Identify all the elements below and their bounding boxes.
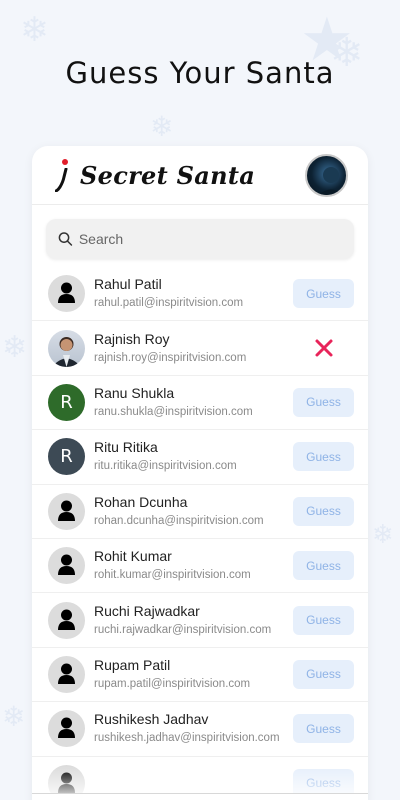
- contact-list: Rahul Patil rahul.patil@inspiritvision.co…: [32, 267, 368, 800]
- search-icon: [58, 232, 73, 246]
- contact-name: Rohit Kumar: [94, 548, 172, 565]
- list-item[interactable]: Ruchi Rajwadkar ruchi.rajwadkar@inspiritv…: [32, 593, 368, 648]
- close-icon[interactable]: [293, 334, 354, 363]
- guess-button[interactable]: Guess: [293, 605, 354, 635]
- user-avatar-icon: [48, 710, 85, 748]
- guess-button[interactable]: Guess: [293, 279, 354, 309]
- contact-info: Rushikesh Jadhav rushikesh.jadhav@inspiri…: [94, 711, 293, 746]
- contact-info: Rohit Kumar rohit.kumar@inspiritvision.co…: [94, 548, 293, 583]
- contact-info: Rupam Patil rupam.patil@inspiritvision.co…: [94, 657, 293, 692]
- contact-name: Ritu Ritika: [94, 439, 158, 456]
- contact-email: rohan.dcunha@inspiritvision.com: [94, 514, 264, 527]
- santa-card: Secret Santa Rahul Patil rahul.patil@insp…: [32, 146, 368, 800]
- list-item[interactable]: R Ranu Shukla ranu.shukla@inspiritvision.c…: [32, 376, 368, 431]
- photo-avatar: [48, 329, 85, 367]
- contact-email: rushikesh.jadhav@inspiritvision.com: [94, 732, 280, 745]
- bottom-bar: [32, 793, 368, 800]
- contact-name: Ranu Shukla: [94, 384, 175, 401]
- guess-button[interactable]: Guess: [293, 387, 354, 417]
- user-avatar-icon: [48, 492, 85, 530]
- snowflake-icon: ❄: [372, 520, 394, 550]
- guess-button[interactable]: Guess: [293, 714, 354, 744]
- contact-name: Rushikesh Jadhav: [94, 711, 209, 728]
- contact-email: ritu.ritika@inspiritvision.com: [94, 460, 237, 473]
- list-item[interactable]: Rushikesh Jadhav rushikesh.jadhav@inspiri…: [32, 702, 368, 757]
- contact-name: Rupam Patil: [94, 656, 171, 673]
- contact-info: Rahul Patil rahul.patil@inspiritvision.co…: [94, 276, 293, 311]
- contact-email: rahul.patil@inspiritvision.com: [94, 297, 244, 310]
- guess-button[interactable]: Guess: [293, 496, 354, 526]
- contact-info: Ranu Shukla ranu.shukla@inspiritvision.co…: [94, 385, 293, 420]
- contact-email: rohit.kumar@inspiritvision.com: [94, 569, 251, 582]
- contact-info: Ruchi Rajwadkar ruchi.rajwadkar@inspiritv…: [94, 603, 293, 638]
- list-item[interactable]: Rajnish Roy rajnish.roy@inspiritvision.co…: [32, 321, 368, 376]
- search-bar: [46, 219, 354, 259]
- list-item[interactable]: Rupam Patil rupam.patil@inspiritvision.co…: [32, 648, 368, 703]
- contact-info: Ritu Ritika ritu.ritika@inspiritvision.co…: [94, 439, 293, 474]
- contact-email: rupam.patil@inspiritvision.com: [94, 677, 251, 690]
- guess-button[interactable]: Guess: [293, 659, 354, 689]
- contact-info: Rohan Dcunha rohan.dcunha@inspiritvision.…: [94, 494, 293, 529]
- snowflake-icon: ❄: [150, 110, 174, 143]
- guess-button[interactable]: Guess: [293, 442, 354, 472]
- contact-info: Rajnish Roy rajnish.roy@inspiritvision.co…: [94, 331, 293, 366]
- user-avatar-icon: [48, 275, 85, 313]
- user-avatar-icon: [48, 601, 85, 639]
- contact-name: Ruchi Rajwadkar: [94, 602, 200, 619]
- contact-name: Rajnish Roy: [94, 330, 170, 347]
- brand-title: Secret Santa: [80, 160, 256, 190]
- contact-name: Rohan Dcunha: [94, 493, 188, 510]
- snowflake-icon: ❄: [2, 700, 26, 733]
- user-avatar-icon: [48, 655, 85, 693]
- letter-avatar: R: [48, 438, 85, 476]
- snowflake-icon: ❄: [2, 330, 28, 365]
- letter-avatar: R: [48, 383, 85, 421]
- list-item[interactable]: Rohit Kumar rohit.kumar@inspiritvision.co…: [32, 539, 368, 594]
- list-item[interactable]: Rahul Patil rahul.patil@inspiritvision.co…: [32, 267, 368, 322]
- profile-avatar[interactable]: [305, 154, 348, 197]
- list-item[interactable]: Rohan Dcunha rohan.dcunha@inspiritvision.…: [32, 485, 368, 539]
- user-avatar-icon: [48, 547, 85, 585]
- contact-email: rajnish.roy@inspiritvision.com: [94, 351, 247, 364]
- search-input[interactable]: [78, 231, 342, 247]
- card-header: Secret Santa: [32, 146, 368, 205]
- page-title: Guess Your Santa: [65, 56, 335, 90]
- contact-email: ruchi.rajwadkar@inspiritvision.com: [94, 623, 272, 636]
- snowflake-icon: ❄: [20, 10, 49, 50]
- guess-button[interactable]: Guess: [293, 551, 354, 581]
- contact-name: Rahul Patil: [94, 276, 162, 293]
- brand-logo-icon: [54, 157, 72, 193]
- list-item[interactable]: R Ritu Ritika ritu.ritika@inspiritvision.c…: [32, 430, 368, 485]
- contact-email: ranu.shukla@inspiritvision.com: [94, 405, 253, 418]
